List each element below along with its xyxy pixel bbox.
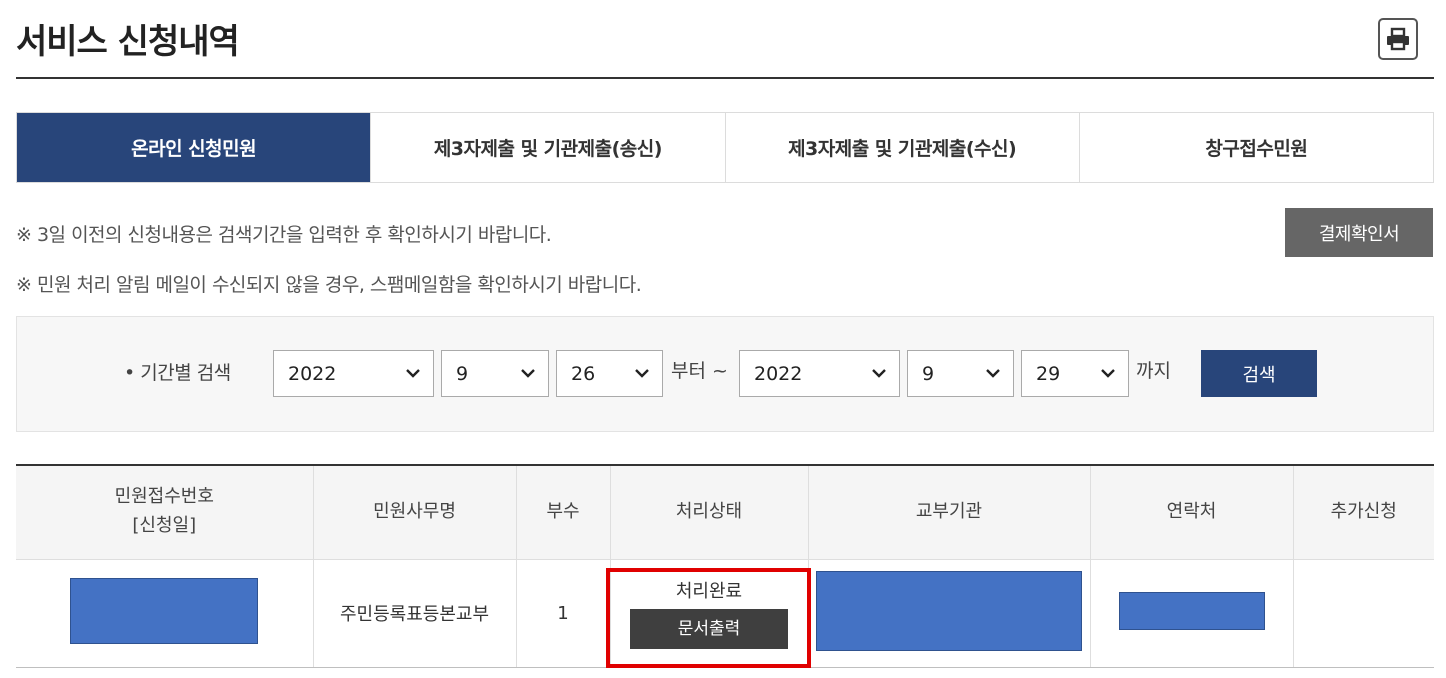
status-text: 처리완료 [675, 581, 743, 602]
to-day-select[interactable]: 29 [1021, 350, 1129, 397]
from-month-value: 9 [456, 362, 469, 385]
redacted-contact [1118, 591, 1265, 630]
to-day-value: 29 [1036, 362, 1061, 385]
print-document-button[interactable]: 문서출력 [630, 609, 788, 649]
from-day-select[interactable]: 26 [556, 350, 663, 397]
cell-additional-request [1292, 559, 1434, 668]
notice-spam-mail: ※ 민원 처리 알림 메일이 수신되지 않을 경우, 스팸메일함을 확인하시기 … [16, 274, 642, 296]
cell-receipt-number [16, 559, 313, 668]
print-button[interactable] [1378, 18, 1418, 60]
page-title: 서비스 신청내역 [16, 22, 240, 62]
notice-search-period: ※ 3일 이전의 신청내용은 검색기간을 입력한 후 확인하시기 바랍니다. [16, 224, 552, 246]
cell-contact [1089, 559, 1293, 668]
header-additional-request: 추가신청 [1292, 464, 1434, 560]
to-year-value: 2022 [754, 362, 803, 385]
header-receipt-date-label: [신청일] [132, 515, 197, 537]
header-service-name: 민원사무명 [312, 464, 516, 560]
chevron-down-icon [1101, 369, 1115, 378]
search-period-label: • 기간별 검색 [124, 362, 231, 384]
header-status: 처리상태 [609, 464, 808, 560]
tab-counter-applications[interactable]: 창구접수민원 [1078, 113, 1433, 182]
cell-service-name: 주민등록표등본교부 [312, 559, 516, 668]
title-divider [16, 77, 1434, 79]
tab-bar: 온라인 신청민원 제3자제출 및 기관제출(송신) 제3자제출 및 기관제출(수… [16, 112, 1434, 183]
from-day-value: 26 [571, 362, 596, 385]
cell-copies: 1 [515, 559, 610, 668]
tab-third-party-received[interactable]: 제3자제출 및 기관제출(수신) [724, 113, 1079, 182]
header-receipt-number: 민원접수번호 [신청일] [16, 464, 313, 560]
application-table: 민원접수번호 [신청일] 민원사무명 부수 처리상태 교부기관 연락처 추가신청… [16, 464, 1434, 668]
to-year-select[interactable]: 2022 [739, 350, 900, 397]
from-year-select[interactable]: 2022 [273, 350, 434, 397]
chevron-down-icon [986, 369, 1000, 378]
tab-online-applications[interactable]: 온라인 신청민원 [17, 113, 371, 182]
payment-confirmation-button[interactable]: 결제확인서 [1285, 208, 1433, 257]
table-row: 주민등록표등본교부 1 처리완료 문서출력 [16, 559, 1434, 668]
header-copies: 부수 [515, 464, 610, 560]
from-suffix-text: 부터 ~ [671, 360, 728, 382]
to-suffix-text: 까지 [1136, 360, 1171, 382]
cell-status: 처리완료 문서출력 [609, 559, 808, 668]
to-month-value: 9 [922, 362, 935, 385]
printer-icon [1387, 27, 1409, 51]
to-month-select[interactable]: 9 [907, 350, 1014, 397]
cell-issuing-agency [807, 559, 1090, 668]
tab-third-party-sent[interactable]: 제3자제출 및 기관제출(송신) [370, 113, 725, 182]
chevron-down-icon [635, 369, 649, 378]
header-receipt-number-label: 민원접수번호 [114, 486, 214, 508]
header-issuing-agency: 교부기관 [807, 464, 1090, 560]
table-header-row: 민원접수번호 [신청일] 민원사무명 부수 처리상태 교부기관 연락처 추가신청 [16, 464, 1434, 560]
chevron-down-icon [406, 369, 420, 378]
chevron-down-icon [872, 369, 886, 378]
chevron-down-icon [521, 369, 535, 378]
from-year-value: 2022 [288, 362, 337, 385]
redacted-receipt-number [70, 577, 259, 644]
search-button[interactable]: 검색 [1201, 350, 1317, 397]
header-contact: 연락처 [1089, 464, 1293, 560]
redacted-issuing-agency [816, 570, 1082, 651]
from-month-select[interactable]: 9 [441, 350, 549, 397]
